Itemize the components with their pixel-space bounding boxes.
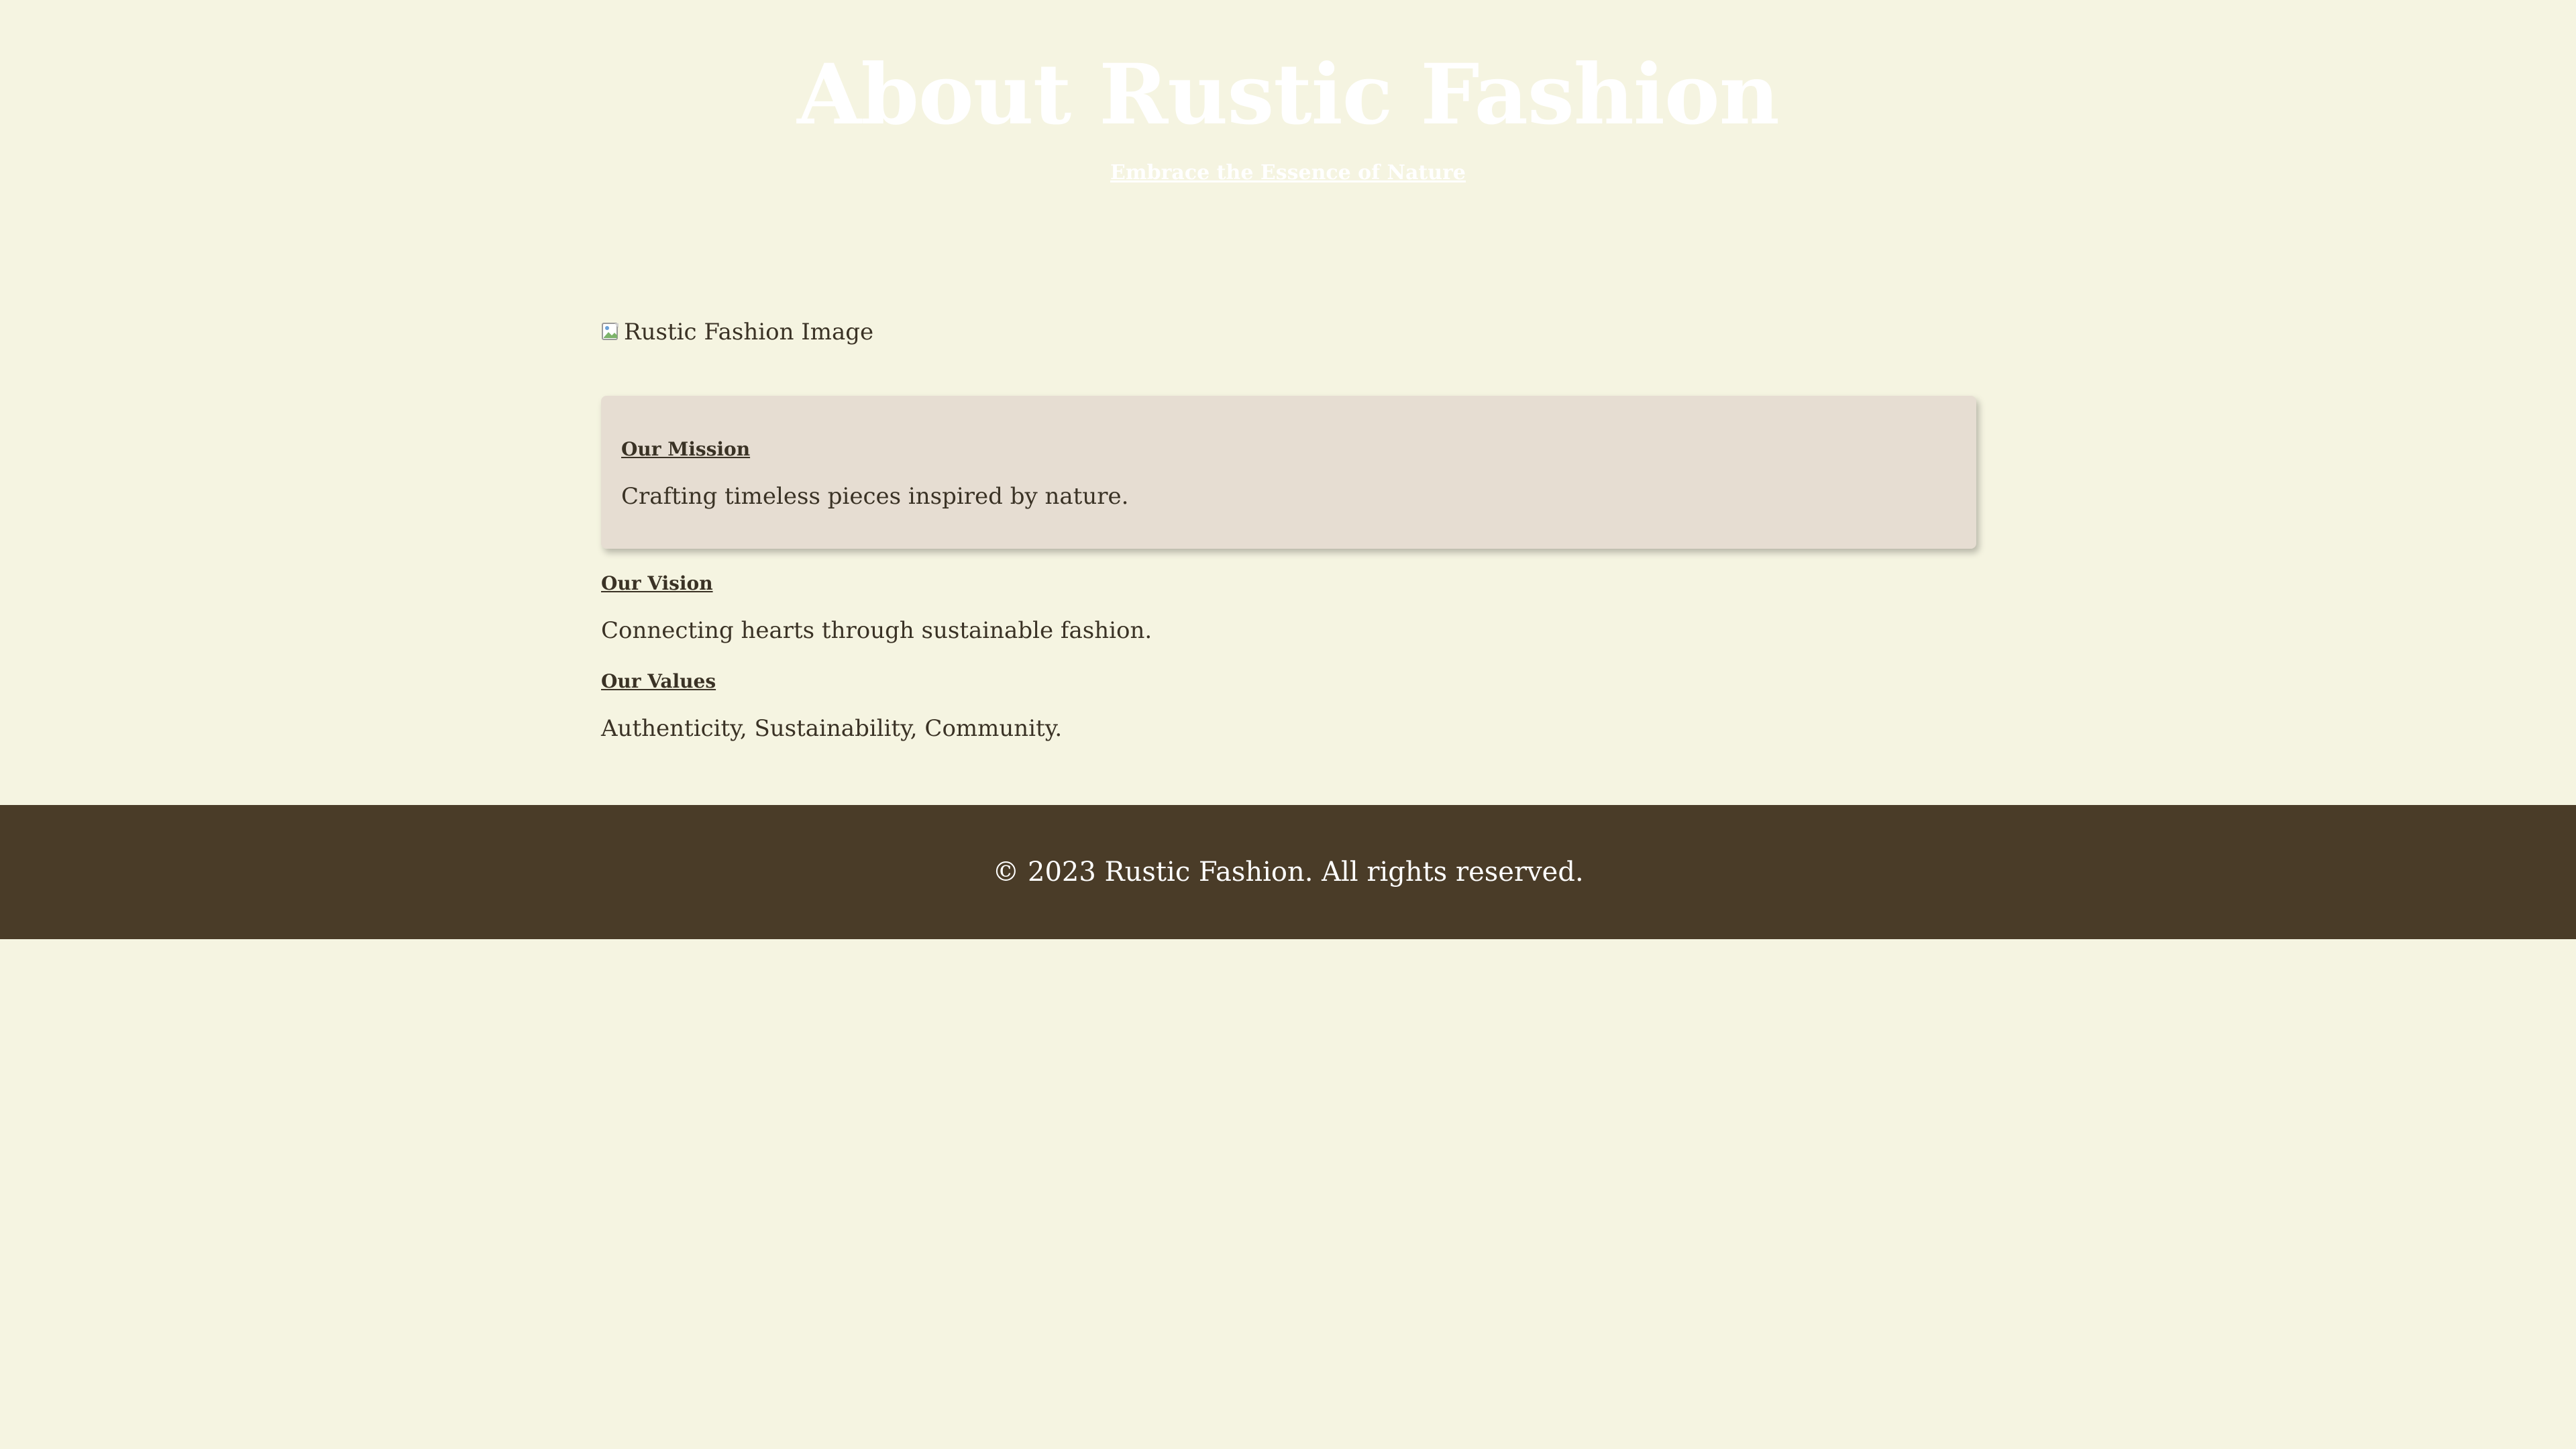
broken-image-icon xyxy=(601,321,623,343)
mission-heading: Our Mission xyxy=(621,438,751,460)
vision-text: Connecting hearts through sustainable fa… xyxy=(601,617,1152,644)
page-header: About Rustic Fashion Embrace the Essence… xyxy=(0,0,2576,184)
values-text: Authenticity, Sustainability, Community. xyxy=(601,715,1063,742)
rustic-fashion-image: Rustic Fashion Image xyxy=(601,315,1976,349)
page-footer: © 2023 Rustic Fashion. All rights reserv… xyxy=(0,805,2576,939)
mission-card: Our Mission Crafting timeless pieces ins… xyxy=(601,396,1976,549)
values-section: Our Values Authenticity, Sustainability,… xyxy=(601,669,1976,743)
vision-section: Our Vision Connecting hearts through sus… xyxy=(601,572,1976,645)
vision-heading: Our Vision xyxy=(601,572,713,594)
values-heading: Our Values xyxy=(601,670,716,692)
page-title: About Rustic Fashion xyxy=(797,46,1780,144)
image-alt-text: Rustic Fashion Image xyxy=(624,319,874,345)
main-content: Rustic Fashion Image Our Mission Craftin… xyxy=(601,315,1976,743)
copyright-text: © 2023 Rustic Fashion. All rights reserv… xyxy=(992,857,1584,888)
tagline-link[interactable]: Embrace the Essence of Nature xyxy=(1110,161,1466,184)
mission-text: Crafting timeless pieces inspired by nat… xyxy=(621,483,1129,510)
